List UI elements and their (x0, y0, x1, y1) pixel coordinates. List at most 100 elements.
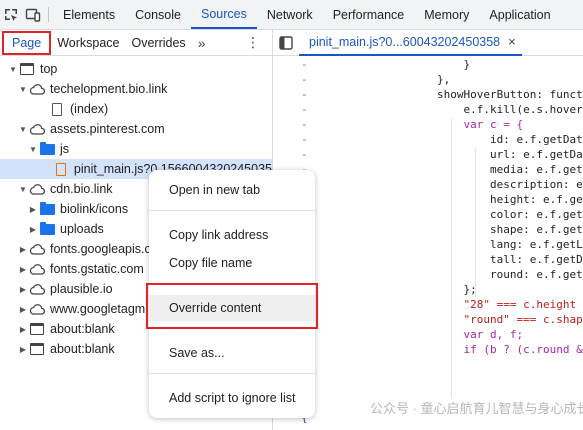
collapse-arrow-icon[interactable]: ▶ (18, 305, 28, 314)
collapse-arrow-icon[interactable]: ▶ (18, 285, 28, 294)
tab-elements[interactable]: Elements (53, 0, 125, 29)
menu-item-open-new-tab[interactable]: Open in new tab (149, 177, 315, 203)
gutter-mark: - (301, 88, 308, 101)
menu-item-save-as[interactable]: Save as... (149, 340, 315, 366)
tab-page[interactable]: Page (2, 30, 52, 55)
editor-file-tab[interactable]: pinit_main.js?0...60043202450358 × (299, 30, 522, 56)
tab-memory[interactable]: Memory (414, 0, 479, 29)
inspect-element-icon[interactable] (0, 0, 22, 29)
expand-arrow-icon[interactable]: ▼ (18, 185, 28, 194)
tree-item-label: js (60, 142, 70, 156)
menu-divider (149, 210, 315, 211)
tree-item-label: about:blank (50, 322, 115, 336)
folder-icon (38, 201, 56, 216)
tree-item-label: assets.pinterest.com (50, 122, 165, 136)
code-line: showHoverButton: funct (437, 88, 583, 101)
collapse-arrow-icon[interactable]: ▶ (28, 225, 38, 234)
code-line: var d, f; (437, 328, 524, 341)
js-file-icon (53, 162, 70, 176)
code-line: } (437, 58, 471, 71)
highlight-box (146, 283, 318, 329)
cloud-icon (28, 122, 46, 136)
code-line: var c = { (437, 118, 524, 131)
cloud-icon (28, 82, 46, 96)
tab-workspace[interactable]: Workspace (51, 30, 125, 56)
expand-arrow-icon[interactable]: ▼ (28, 145, 38, 154)
gutter-mark: - (301, 73, 308, 86)
cloud-icon (28, 262, 46, 276)
gutter-mark: - (301, 133, 308, 146)
frame-icon (28, 342, 46, 356)
code-line: shape: e.f.get (437, 223, 583, 236)
tree-item-label: biolink/icons (60, 202, 129, 216)
device-toolbar-icon[interactable] (22, 0, 44, 29)
tree-item-label: top (40, 62, 58, 76)
folder-icon (38, 141, 56, 156)
tree-item-label: cdn.bio.link (50, 182, 113, 196)
tab-overrides[interactable]: Overrides (126, 30, 192, 56)
tree-item-label: uploads (60, 222, 104, 236)
collapse-arrow-icon[interactable]: ▶ (18, 245, 28, 254)
code-line: tall: e.f.getD (437, 253, 583, 266)
code-line: url: e.f.getDa (437, 148, 583, 161)
devtools-toolbar: Elements Console Sources Network Perform… (0, 0, 583, 30)
frame-icon (28, 322, 46, 336)
code-editor[interactable]: - - - - - - - - - - - - - - - - - - - - … (273, 56, 583, 430)
menu-item-copy-link-address[interactable]: Copy link address (149, 222, 315, 248)
tree-item-label: fonts.gstatic.com (50, 262, 144, 276)
tree-item-label: plausible.io (50, 282, 113, 296)
tab-sources[interactable]: Sources (190, 0, 257, 29)
expand-arrow-icon[interactable]: ▼ (18, 125, 28, 134)
code-line: description: e (437, 178, 583, 191)
tree-item-label: (index) (70, 102, 109, 116)
tab-console[interactable]: Console (125, 0, 191, 29)
menu-item-copy-file-name[interactable]: Copy file name (149, 250, 315, 276)
tree-item-assets-pinterest[interactable]: ▼ assets.pinterest.com (0, 119, 272, 139)
cloud-icon (28, 182, 46, 196)
expand-arrow-icon[interactable]: ▼ (18, 85, 28, 94)
tab-network[interactable]: Network (257, 0, 323, 29)
navigator-tabs: Page Workspace Overrides » ⋮ (0, 30, 272, 56)
tree-item-js-folder[interactable]: ▼ js (0, 139, 272, 159)
code-line: }; (437, 283, 477, 296)
kebab-menu-icon[interactable]: ⋮ (240, 30, 266, 56)
collapse-arrow-icon[interactable]: ▶ (18, 325, 28, 334)
code-line: lang: e.f.getL (437, 238, 583, 251)
tree-item-top[interactable]: ▼ top (0, 59, 272, 79)
code-line: "28" === c.height (437, 298, 577, 311)
gutter-mark: - (301, 118, 308, 131)
gutter-mark: - (301, 148, 308, 161)
menu-divider (149, 373, 315, 374)
editor-tabbar: pinit_main.js?0...60043202450358 × (272, 30, 583, 56)
frame-icon (18, 62, 36, 76)
code-line: height: e.f.ge (437, 193, 583, 206)
toggle-navigator-icon[interactable] (273, 35, 299, 50)
tab-application[interactable]: Application (479, 0, 560, 29)
collapse-arrow-icon[interactable]: ▶ (18, 265, 28, 274)
tree-item-label: techelopment.bio.link (50, 82, 168, 96)
folder-icon (38, 221, 56, 236)
code-line: "round" === c.shap (437, 313, 583, 326)
tab-performance[interactable]: Performance (323, 0, 415, 29)
file-icon (48, 102, 66, 116)
collapse-arrow-icon[interactable]: ▶ (18, 345, 28, 354)
tree-item-techelopment[interactable]: ▼ techelopment.bio.link (0, 79, 272, 99)
expand-arrow-icon[interactable]: ▼ (8, 65, 18, 74)
watermark: 公众号 · 童心启航育儿智慧与身心成长 (370, 401, 583, 416)
tree-item-label: www.googletagm (50, 302, 146, 316)
cloud-icon (28, 282, 46, 296)
menu-item-add-to-ignore-list[interactable]: Add script to ignore list (149, 385, 315, 411)
code-line: color: e.f.get (437, 208, 583, 221)
collapse-arrow-icon[interactable]: ▶ (28, 205, 38, 214)
tree-item-index[interactable]: (index) (0, 99, 272, 119)
toolbar-divider (48, 7, 49, 22)
editor-file-tab-label: pinit_main.js?0...60043202450358 (309, 34, 501, 49)
gutter-mark: - (301, 58, 308, 71)
more-tabs-icon[interactable]: » (192, 30, 209, 56)
code-line: if (b ? (c.round & (437, 343, 583, 356)
close-icon[interactable]: × (508, 34, 516, 49)
code-line: e.f.kill(e.s.hover (437, 103, 583, 116)
gutter-mark: - (301, 103, 308, 116)
cloud-icon (28, 302, 46, 316)
code-line: id: e.f.getDat (437, 133, 583, 146)
